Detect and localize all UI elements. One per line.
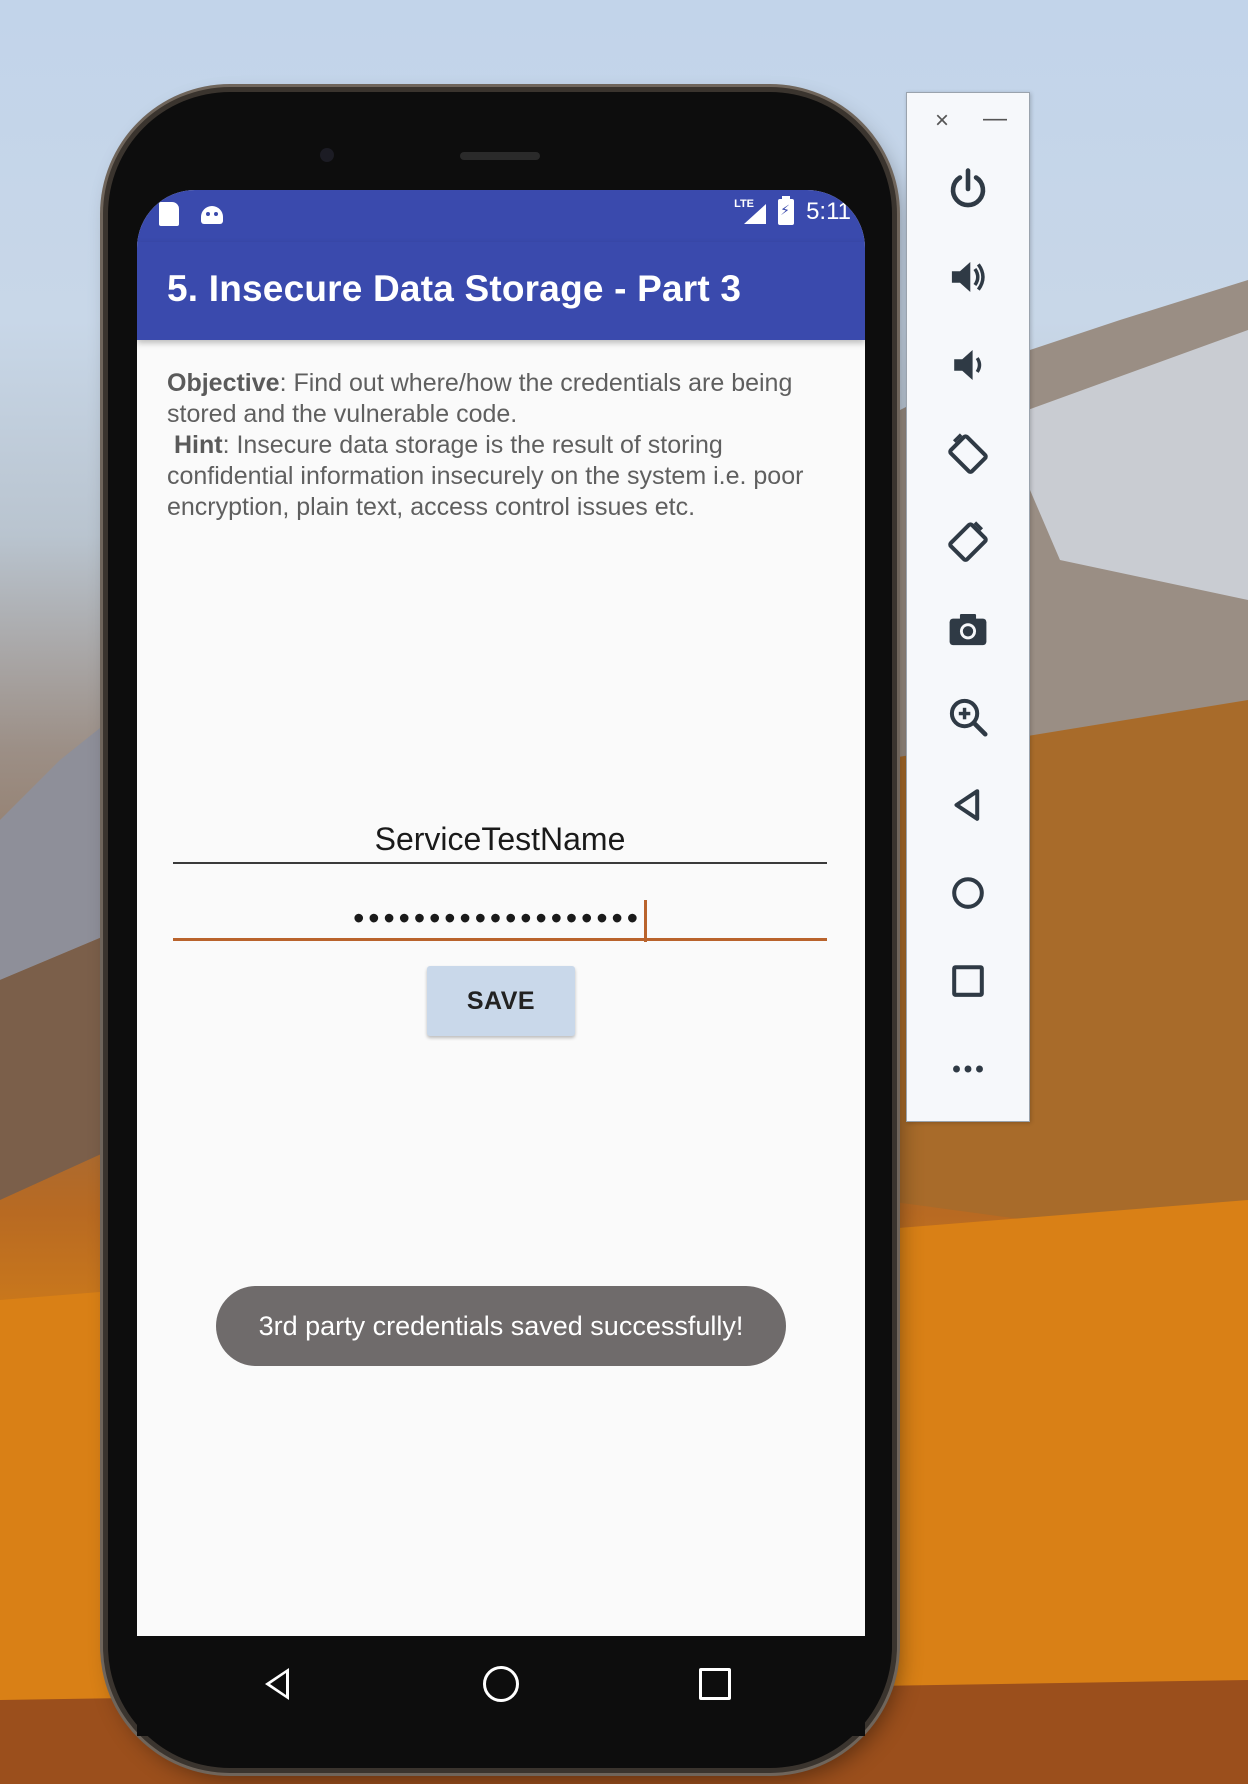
- android-nav-bar: [137, 1636, 865, 1736]
- back-icon[interactable]: [940, 777, 996, 833]
- power-icon[interactable]: [940, 161, 996, 217]
- password-field[interactable]: •••••••••••••••••••: [173, 898, 827, 942]
- front-camera: [320, 148, 334, 162]
- save-button[interactable]: SAVE: [427, 966, 575, 1036]
- username-field[interactable]: ServiceTestName: [173, 816, 827, 864]
- password-value: •••••••••••••••••••: [353, 900, 642, 936]
- earpiece-speaker: [460, 152, 540, 160]
- objective-label: Objective: [167, 369, 280, 397]
- status-time: 5:11: [806, 198, 851, 225]
- status-bar: LTE 5:11: [137, 190, 865, 242]
- phone-screen: LTE 5:11 5. Insecure Data Storage - Part…: [137, 190, 865, 1636]
- zoom-icon[interactable]: [940, 689, 996, 745]
- lte-signal-icon: LTE: [734, 198, 767, 226]
- sd-card-icon: [159, 202, 179, 226]
- volume-up-icon[interactable]: [940, 249, 996, 305]
- hint-label: Hint: [173, 431, 223, 459]
- hint-text: : Insecure data storage is the result of…: [167, 431, 804, 521]
- nav-home-icon[interactable]: [483, 1666, 519, 1702]
- nav-back-icon[interactable]: [265, 1668, 289, 1700]
- app-bar: 5. Insecure Data Storage - Part 3: [137, 242, 865, 340]
- text-cursor: [643, 899, 647, 942]
- phone-frame: LTE 5:11 5. Insecure Data Storage - Part…: [108, 92, 892, 1768]
- emulator-toolbar: × —: [906, 92, 1030, 1122]
- page-title: 5. Insecure Data Storage - Part 3: [167, 268, 742, 309]
- home-icon[interactable]: [940, 865, 996, 921]
- android-debug-icon: [201, 206, 223, 224]
- volume-down-icon[interactable]: [940, 337, 996, 393]
- toast-message: 3rd party credentials saved successfully…: [216, 1286, 786, 1366]
- username-value: ServiceTestName: [374, 821, 626, 857]
- rotate-right-icon[interactable]: [940, 513, 996, 569]
- battery-charging-icon: [778, 196, 795, 225]
- close-icon[interactable]: ×: [935, 107, 949, 135]
- rotate-left-icon[interactable]: [940, 425, 996, 481]
- nav-recents-icon[interactable]: [699, 1668, 731, 1700]
- overview-icon[interactable]: [940, 953, 996, 1009]
- camera-icon[interactable]: [940, 601, 996, 657]
- more-icon[interactable]: [940, 1041, 996, 1097]
- minimize-icon[interactable]: —: [983, 105, 1007, 133]
- challenge-description: Objective: Find out where/how the creden…: [167, 368, 847, 523]
